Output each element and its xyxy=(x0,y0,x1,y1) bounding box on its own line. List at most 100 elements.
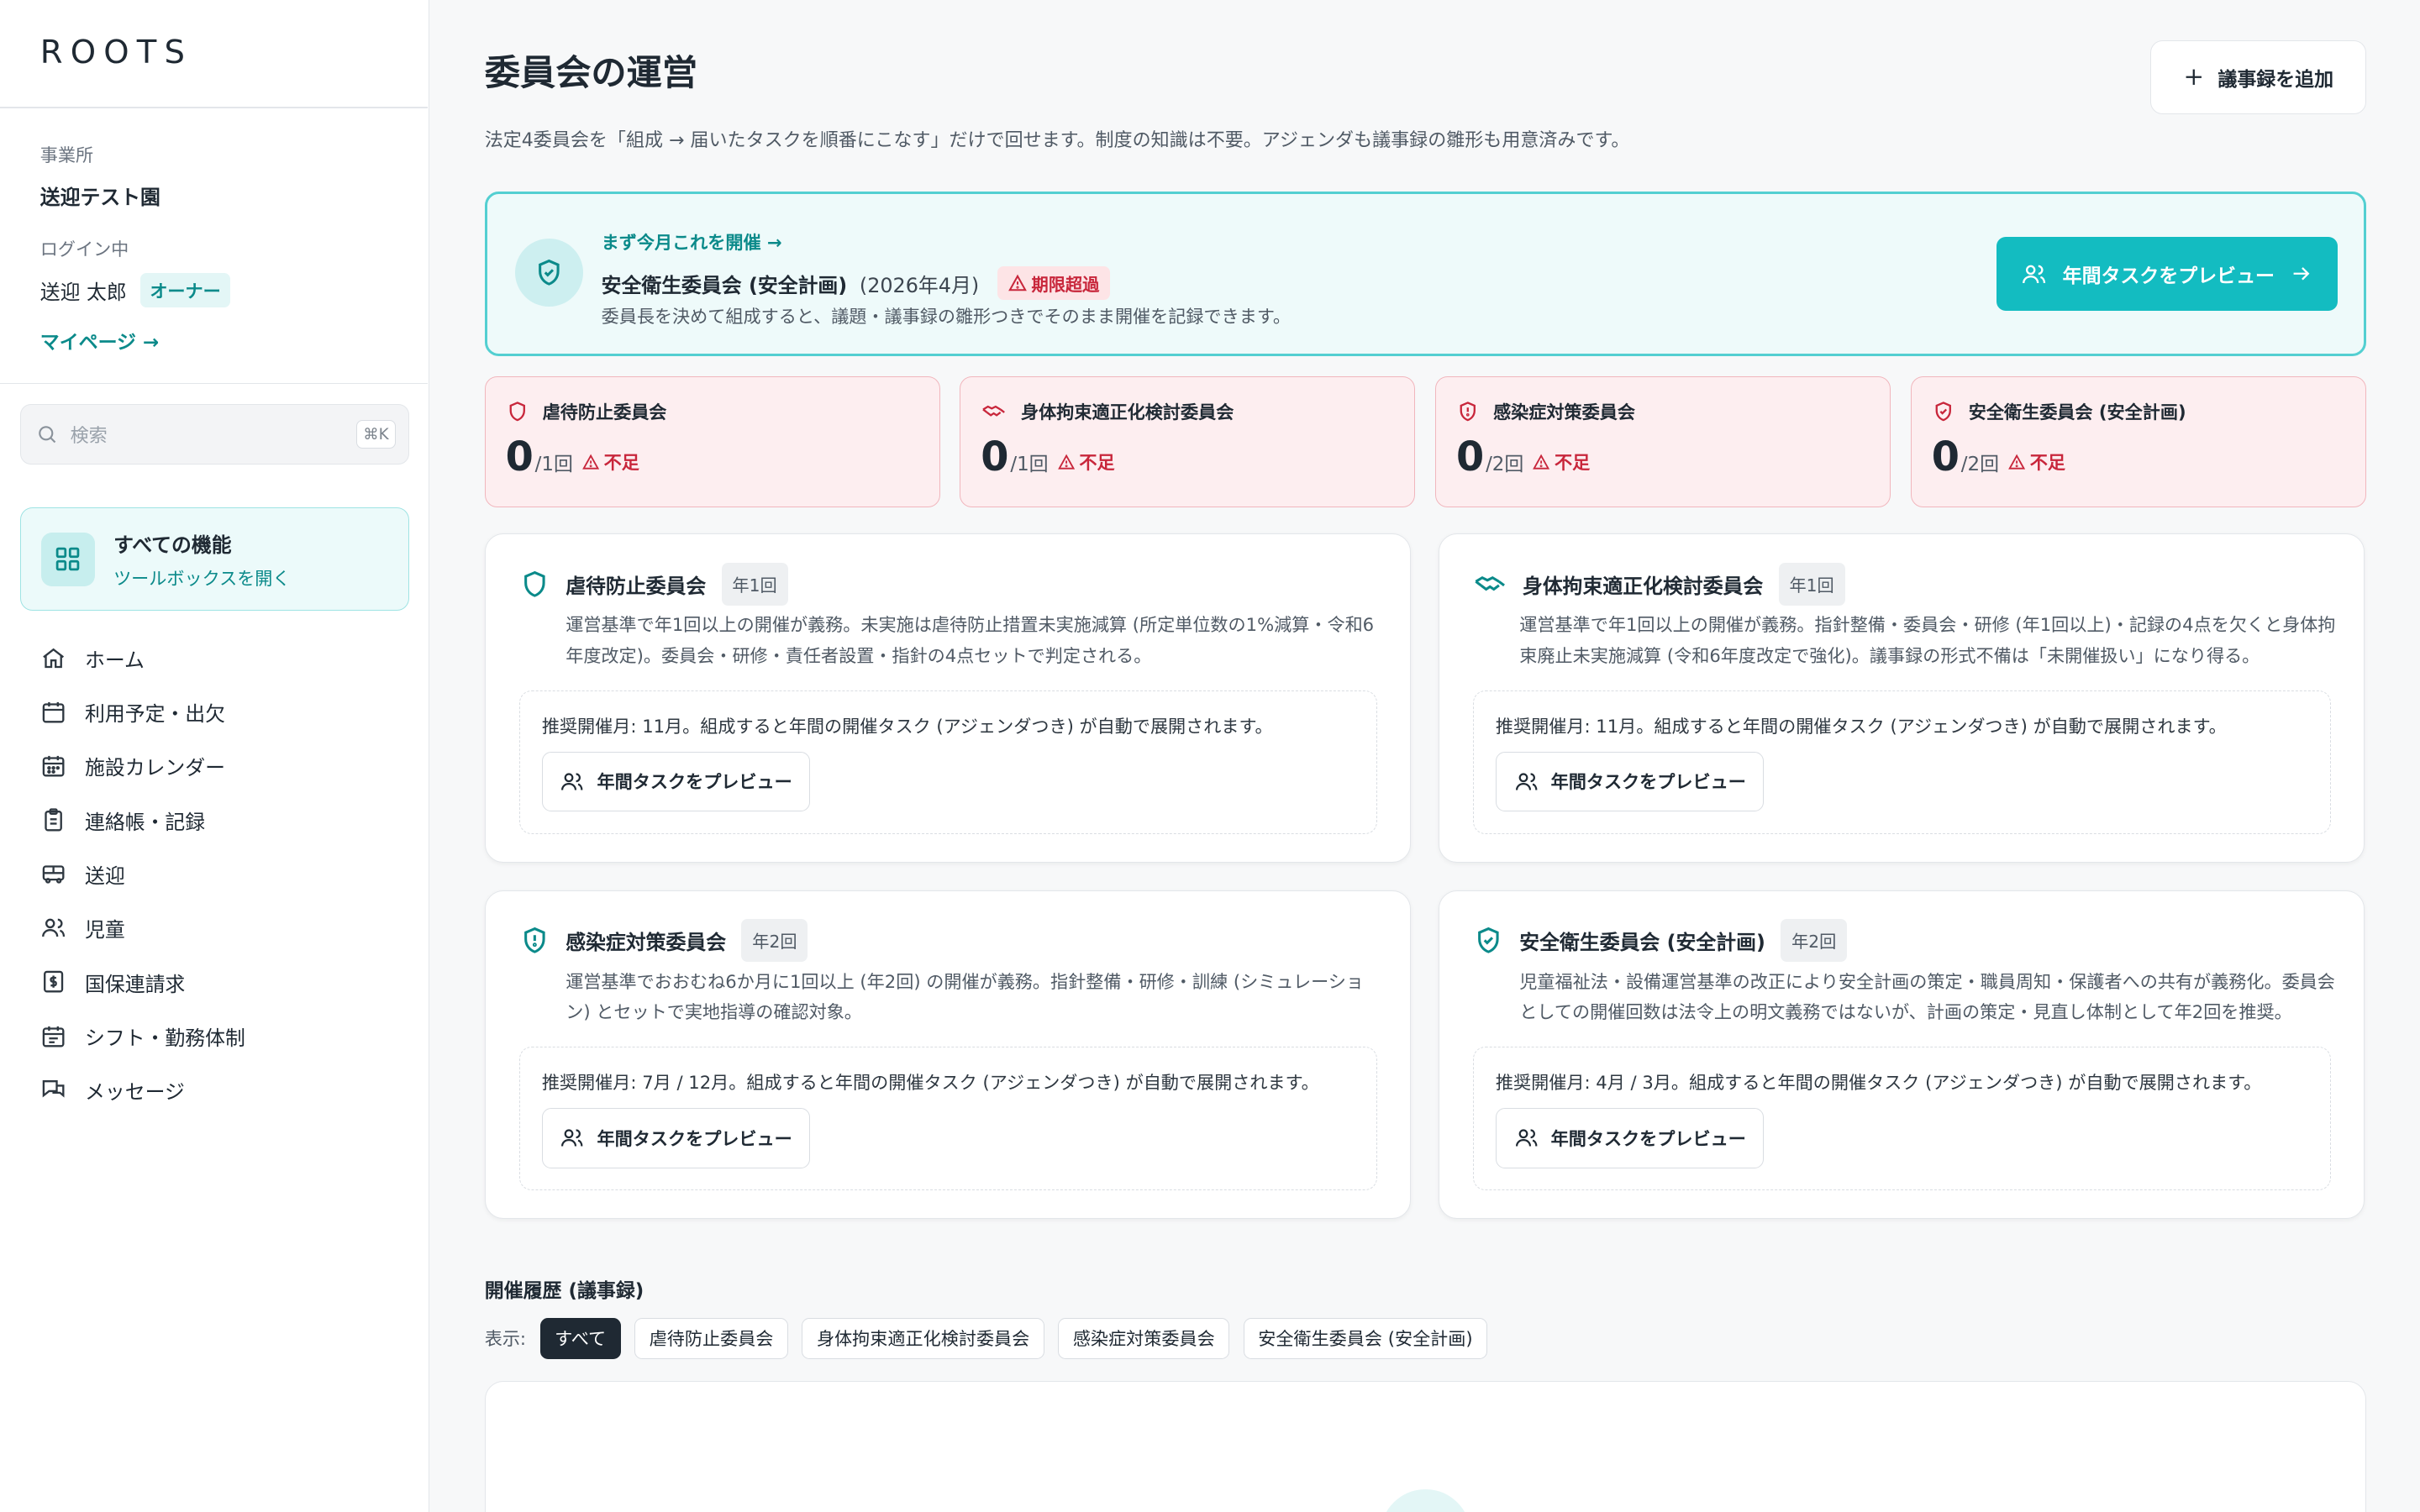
sidebar-item-facility-calendar[interactable]: 施設カレンダー xyxy=(40,739,245,793)
page-title: 委員会の運営 xyxy=(484,52,698,94)
stat-card-head: 安全衛生委員会 (安全計画) xyxy=(1932,399,2186,424)
sidebar-item-label: メッセージ xyxy=(85,1080,185,1105)
stat-status-label: 不足 xyxy=(603,452,639,473)
preview-annual-tasks-label: 年間タスクをプレビュー xyxy=(1550,771,1746,793)
office-name: 送迎テスト園 xyxy=(39,185,160,209)
alert-triangle-icon xyxy=(1057,454,1075,470)
sidebar-item-transport[interactable]: 送迎 xyxy=(40,847,245,900)
filter-chip-abuse-prevention[interactable]: 虐待防止委員会 xyxy=(634,1317,788,1360)
stat-card-abuse-prevention[interactable]: 虐待防止委員会 0 /1回 不足 xyxy=(484,376,940,508)
stat-card-restraint[interactable]: 身体拘束適正化検討委員会 0 /1回 不足 xyxy=(960,376,1416,508)
mypage-link[interactable]: マイページ → xyxy=(40,326,159,354)
committee-name: 安全衛生委員会 (安全計画) xyxy=(1519,930,1765,954)
committee-card-head: 安全衛生委員会 (安全計画) 年2回 xyxy=(1473,918,1848,962)
sidebar-item-shifts[interactable]: シフト・勤務体制 xyxy=(40,1009,245,1063)
stat-card-head: 身体拘束適正化検討委員会 xyxy=(981,399,1234,424)
stat-card-infection[interactable]: 感染症対策委員会 0 /2回 不足 xyxy=(1435,376,1891,508)
app-logo[interactable]: ROOTS xyxy=(40,34,192,71)
committee-description: 運営基準でおおむね6か月に1回以上 (年2回) の開催が義務。指針整備・研修・訓… xyxy=(566,970,1364,1023)
shield-alert-icon xyxy=(524,927,545,953)
stat-status: 不足 xyxy=(1057,449,1115,475)
recommendation-text: 推奨開催月: 7月 / 12月。組成すると年間の開催タスク (アジェンダつき) … xyxy=(541,1071,1319,1093)
sidebar-item-children[interactable]: 児童 xyxy=(40,901,245,955)
sidebar-item-label: 施設カレンダー xyxy=(85,756,226,780)
shield-alert-icon xyxy=(1460,402,1476,422)
sidebar-item-label: 連絡帳・記録 xyxy=(85,810,206,834)
filter-chip-restraint[interactable]: 身体拘束適正化検討委員会 xyxy=(802,1317,1044,1360)
committee-card-abuse-prevention: 虐待防止委員会 年1回 運営基準で年1回以上の開催が義務。未実施は虐待防止措置未… xyxy=(484,533,1411,863)
stat-card-name: 身体拘束適正化検討委員会 xyxy=(1021,401,1234,423)
committee-name: 身体拘束適正化検討委員会 xyxy=(1522,574,1764,598)
shield-check-icon xyxy=(514,239,583,307)
banner-committee-name: 安全衛生委員会 (安全計画) xyxy=(601,273,848,297)
users-icon xyxy=(1515,773,1537,790)
all-features-subtitle: ツールボックスを開く xyxy=(113,567,291,589)
search-input[interactable]: 検索 ⌘K xyxy=(19,404,409,465)
sidebar-item-records[interactable]: 連絡帳・記録 xyxy=(40,793,245,847)
stat-status: 不足 xyxy=(1533,449,1590,475)
users-icon xyxy=(2023,265,2046,283)
committee-description: 児童福祉法・設備運営基準の改正により安全計画の策定・職員周知・保護者への共有が義… xyxy=(1519,970,2335,1023)
empty-state-icon xyxy=(1381,1489,1470,1512)
frequency-badge: 年2回 xyxy=(1781,918,1848,962)
stat-card-name: 感染症対策委員会 xyxy=(1493,401,1635,423)
stat-required: /2回 xyxy=(1960,454,2000,476)
banner-month: (2026年4月) xyxy=(859,273,980,297)
calendar-clock-icon xyxy=(42,1026,65,1047)
sidebar-item-billing[interactable]: 国保連請求 xyxy=(40,955,245,1009)
stat-required: /1回 xyxy=(534,454,573,476)
sidebar-divider xyxy=(0,382,428,385)
committee-card-safety: 安全衛生委員会 (安全計画) 年2回 児童福祉法・設備運営基準の改正により安全計… xyxy=(1438,890,2365,1219)
sidebar-item-attendance[interactable]: 利用予定・出欠 xyxy=(40,685,245,738)
sidebar-item-messages[interactable]: メッセージ xyxy=(40,1063,245,1116)
preview-annual-tasks-button[interactable]: 年間タスクをプレビュー xyxy=(1495,751,1765,812)
stat-status-label: 不足 xyxy=(1079,452,1115,473)
overdue-label: 期限超過 xyxy=(1031,274,1100,295)
handshake-icon xyxy=(982,405,1006,417)
search-icon xyxy=(39,426,56,444)
history-list-panel xyxy=(484,1380,2366,1512)
preview-annual-tasks-button[interactable]: 年間タスクをプレビュー xyxy=(1996,237,2338,312)
filter-chip-infection[interactable]: 感染症対策委員会 xyxy=(1058,1317,1230,1360)
recommendation-text: 推奨開催月: 11月。組成すると年間の開催タスク (アジェンダつき) が自動で展… xyxy=(1495,715,2227,737)
recommendation-box: 推奨開催月: 7月 / 12月。組成すると年間の開催タスク (アジェンダつき) … xyxy=(519,1047,1378,1191)
stat-required: /1回 xyxy=(1010,454,1049,476)
banner-title: 安全衛生委員会 (安全計画) (2026年4月) 期限超過 xyxy=(601,266,1111,301)
filter-chip-safety[interactable]: 安全衛生委員会 (安全計画) xyxy=(1243,1317,1488,1360)
shield-check-icon xyxy=(1935,402,1951,422)
recommendation-box: 推奨開催月: 4月 / 3月。組成すると年間の開催タスク (アジェンダつき) が… xyxy=(1473,1047,2332,1191)
stat-count: 0 xyxy=(505,434,534,481)
sidebar-item-label: 国保連請求 xyxy=(85,972,186,996)
filter-chip-all[interactable]: すべて xyxy=(539,1317,621,1360)
history-filter-bar: 表示: すべて 虐待防止委員会 身体拘束適正化検討委員会 感染症対策委員会 安全… xyxy=(485,1317,1488,1360)
calendar-icon xyxy=(42,701,65,723)
stat-status: 不足 xyxy=(582,449,639,475)
committee-card-head: 虐待防止委員会 年1回 xyxy=(519,562,788,606)
recommendation-text: 推奨開催月: 11月。組成すると年間の開催タスク (アジェンダつき) が自動で展… xyxy=(541,715,1273,737)
preview-annual-tasks-button[interactable]: 年間タスクをプレビュー xyxy=(541,751,811,812)
committee-card-infection: 感染症対策委員会 年2回 運営基準でおおむね6か月に1回以上 (年2回) の開催… xyxy=(484,890,1411,1219)
bus-icon xyxy=(42,865,65,884)
office-label: 事業所 xyxy=(39,144,94,165)
committee-name: 虐待防止委員会 xyxy=(566,574,707,598)
stat-status-label: 不足 xyxy=(1555,452,1591,473)
sidebar-nav: ホーム 利用予定・出欠 施設カレンダー 連絡帳・記録 送迎 児童 国保連請求 シ… xyxy=(40,631,245,1117)
sidebar-item-label: ホーム xyxy=(85,648,145,672)
login-label: ログイン中 xyxy=(39,239,129,260)
users-icon xyxy=(1515,1129,1537,1147)
sidebar-item-label: 送迎 xyxy=(85,864,125,888)
history-section-title: 開催履歴 (議事録) xyxy=(484,1280,644,1303)
sidebar-item-home[interactable]: ホーム xyxy=(40,631,245,685)
all-features-button[interactable]: すべての機能 ツールボックスを開く xyxy=(19,507,409,612)
recommendation-text: 推奨開催月: 4月 / 3月。組成すると年間の開催タスク (アジェンダつき) が… xyxy=(1495,1071,2262,1093)
preview-annual-tasks-button[interactable]: 年間タスクをプレビュー xyxy=(1495,1107,1765,1168)
shield-icon xyxy=(509,402,525,422)
preview-annual-tasks-button[interactable]: 年間タスクをプレビュー xyxy=(541,1107,811,1168)
sidebar-item-label: 児童 xyxy=(85,918,125,942)
stat-card-safety[interactable]: 安全衛生委員会 (安全計画) 0 /2回 不足 xyxy=(1910,376,2366,508)
committee-description: 運営基準で年1回以上の開催が義務。指針整備・委員会・研修 (年1回以上)・記録の… xyxy=(1519,614,2336,667)
banner-kicker: まず今月これを開催 → xyxy=(601,231,782,253)
stat-count: 0 xyxy=(981,434,1009,481)
sidebar-item-label: シフト・勤務体制 xyxy=(85,1026,245,1050)
add-minutes-button[interactable]: 議事録を追加 xyxy=(2149,39,2366,114)
